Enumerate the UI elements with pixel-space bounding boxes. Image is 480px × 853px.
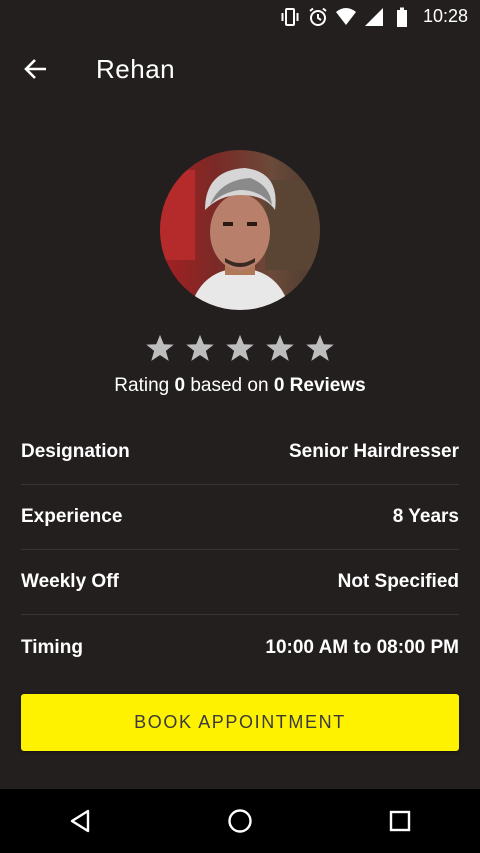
rating-label: Rating [114, 375, 170, 396]
signal-icon [363, 6, 385, 28]
back-triangle-icon [70, 809, 90, 833]
detail-value: Senior Hairdresser [288, 441, 459, 462]
star-icon [186, 334, 214, 361]
star-icon [306, 334, 334, 361]
reviews-count: 0 [273, 375, 285, 396]
battery-icon [391, 6, 413, 28]
detail-label: Experience [21, 506, 123, 527]
status-bar: 10:28 [0, 0, 480, 33]
star-icon [146, 334, 174, 361]
detail-row-designation: Designation Senior Hairdresser [21, 420, 459, 485]
wifi-icon [335, 6, 357, 28]
detail-row-weekly-off: Weekly Off Not Specified [21, 550, 459, 615]
detail-row-experience: Experience 8 Years [21, 485, 459, 550]
home-circle-icon [228, 809, 252, 833]
arrow-left-icon [24, 59, 46, 79]
back-button[interactable] [16, 49, 56, 89]
detail-value: 10:00 AM to 08:00 PM [265, 636, 459, 658]
nav-home-button[interactable] [210, 791, 270, 851]
book-appointment-button[interactable]: BOOK APPOINTMENT [21, 694, 459, 751]
toolbar: Rehan [0, 33, 480, 105]
detail-value: 8 Years [392, 506, 459, 527]
details-list: Designation Senior Hairdresser Experienc… [21, 420, 459, 680]
detail-label: Designation [21, 441, 130, 462]
detail-value: Not Specified [337, 571, 459, 592]
nav-recents-button[interactable] [370, 791, 430, 851]
detail-label: Weekly Off [21, 571, 119, 592]
based-on-label: based on [190, 375, 269, 396]
detail-row-timing: Timing 10:00 AM to 08:00 PM [21, 615, 459, 680]
recents-square-icon [389, 810, 411, 832]
rating-stars [0, 333, 480, 363]
alarm-icon [307, 6, 329, 28]
star-icon [226, 334, 254, 361]
system-nav-bar [0, 789, 480, 853]
avatar [160, 150, 320, 310]
page-title: Rehan [96, 53, 176, 84]
reviews-label: Reviews [289, 375, 366, 396]
status-time: 10:28 [422, 6, 468, 26]
nav-back-button[interactable] [50, 791, 110, 851]
vibrate-icon [279, 6, 301, 28]
star-icon [266, 334, 294, 361]
detail-label: Timing [21, 636, 83, 658]
rating-value: 0 [174, 375, 186, 396]
rating-summary: Rating 0 based on 0 Reviews [0, 375, 480, 397]
